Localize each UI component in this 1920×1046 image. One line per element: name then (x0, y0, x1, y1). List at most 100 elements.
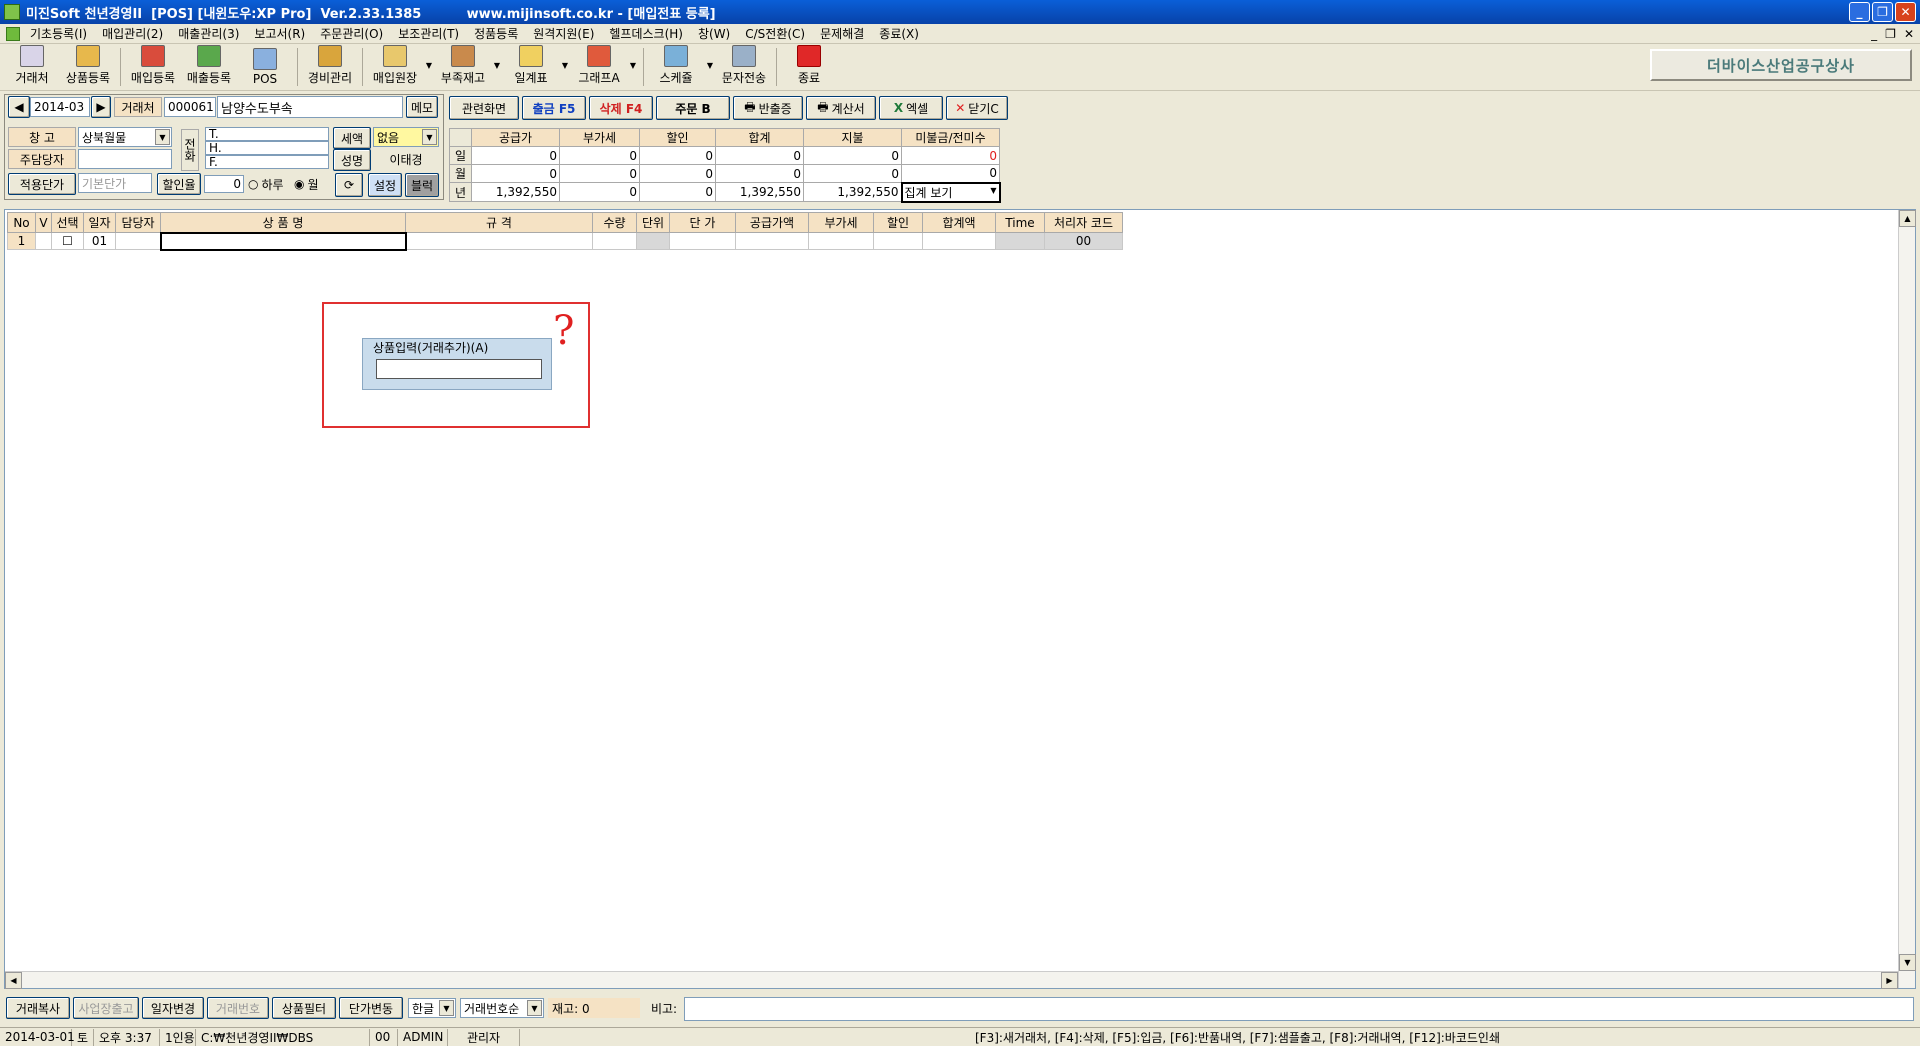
phone-h-field[interactable]: H. (205, 141, 329, 155)
grid-cell-price[interactable] (669, 232, 736, 250)
chevron-down-icon[interactable]: ▼ (155, 129, 170, 145)
invoice-button[interactable]: 🖶 계산서 (806, 96, 876, 120)
grid-cell-no[interactable]: 1 (7, 232, 36, 250)
grid-cell-qty[interactable] (592, 232, 637, 250)
grid-cell-supply[interactable] (735, 232, 809, 250)
grid-cell-select-checkbox[interactable]: ☐ (51, 232, 84, 250)
grid-cell-product-name[interactable] (159, 231, 407, 251)
close-window-button[interactable]: ✕ (1895, 2, 1916, 22)
close-screen-button[interactable]: ✕ 닫기C (946, 96, 1008, 120)
client-code-field[interactable]: 000061 (164, 97, 216, 117)
menu-item-helpdesk[interactable]: 헬프데스크(H) (609, 25, 683, 42)
client-name-field[interactable]: 남양수도부속 (217, 96, 403, 118)
setting-button[interactable]: 설정 (368, 173, 402, 197)
tax-select[interactable]: 없음 ▼ (373, 127, 439, 147)
ledger-dropdown-icon[interactable]: ▼ (423, 61, 435, 70)
next-month-button[interactable]: ▶ (91, 96, 111, 118)
stock-dropdown-icon[interactable]: ▼ (491, 61, 503, 70)
daily-dropdown-icon[interactable]: ▼ (559, 61, 571, 70)
vertical-scrollbar[interactable]: ▲ ▼ (1898, 210, 1916, 988)
grid-cell-unit[interactable] (636, 232, 670, 250)
prev-month-button[interactable]: ◀ (8, 96, 30, 118)
menu-item-window[interactable]: 창(W) (698, 25, 730, 42)
ledger-button[interactable]: 매입원장 (367, 45, 423, 89)
menu-item-report[interactable]: 보고서(R) (254, 25, 305, 42)
radio-month[interactable]: ◉ 월 (294, 174, 319, 194)
scroll-right-icon[interactable]: ▶ (1881, 972, 1898, 989)
scroll-down-icon[interactable]: ▼ (1899, 954, 1916, 971)
chevron-down-icon[interactable]: ▼ (422, 129, 437, 145)
lang-select[interactable]: 한글 ▼ (408, 998, 456, 1018)
order-button[interactable]: 주문 B (656, 96, 730, 120)
refresh-button[interactable]: ⟳ (335, 173, 363, 197)
chevron-down-icon[interactable]: ▼ (439, 1000, 454, 1016)
sms-button[interactable]: 문자전송 (716, 45, 772, 89)
related-screen-button[interactable]: 관련화면 (449, 96, 519, 120)
summary-view-select[interactable]: 집계 보기 ▼ (900, 181, 1001, 203)
scroll-up-icon[interactable]: ▲ (1899, 210, 1916, 227)
menu-item-exit[interactable]: 종료(X) (879, 25, 919, 42)
date-field[interactable]: 2014-03 (30, 97, 90, 117)
grid-cell-date[interactable]: 01 (83, 232, 116, 250)
schedule-button[interactable]: 스케쥴 (648, 45, 704, 89)
menu-item-cs[interactable]: C/S전환(C) (745, 25, 805, 42)
radio-day[interactable]: ○ 하루 (248, 174, 284, 194)
grid-cell-manager[interactable] (115, 232, 161, 250)
trade-no-button[interactable]: 거래번호 (207, 997, 269, 1019)
product-input-field[interactable] (376, 359, 542, 379)
grid-cell-operator[interactable]: 00 (1044, 232, 1123, 250)
restore-button[interactable]: ❐ (1872, 2, 1893, 22)
out-button[interactable]: 출금 F5 (522, 96, 586, 120)
grid-cell-time[interactable] (995, 232, 1045, 250)
delete-button[interactable]: 삭제 F4 (589, 96, 653, 120)
warehouse-select[interactable]: 상북월물 ▼ (78, 127, 172, 147)
discount-label[interactable]: 할인율 (157, 173, 201, 195)
menu-item-sales[interactable]: 매출관리(3) (178, 25, 239, 42)
horizontal-scrollbar[interactable]: ◀ ▶ (5, 971, 1898, 989)
price-type-label[interactable]: 적용단가 (8, 173, 76, 195)
scroll-left-icon[interactable]: ◀ (5, 972, 22, 989)
grid-cell-v[interactable] (35, 232, 52, 250)
mdi-restore-icon[interactable]: ❐ (1885, 27, 1896, 41)
product-button[interactable]: 상품등록 (60, 45, 116, 89)
sort-select[interactable]: 거래번호순 ▼ (460, 998, 544, 1018)
menu-item-aux[interactable]: 보조관리(T) (398, 25, 459, 42)
schedule-dropdown-icon[interactable]: ▼ (704, 61, 716, 70)
manager-field[interactable] (78, 149, 172, 169)
memo-button[interactable]: 메모 (406, 96, 438, 118)
discount-field[interactable]: 0 (204, 175, 244, 193)
return-cert-button[interactable]: 🖶 반출증 (733, 96, 803, 120)
chevron-down-icon[interactable]: ▼ (527, 1000, 542, 1016)
menu-item-basic[interactable]: 기초등록(I) (30, 25, 87, 42)
menu-item-order[interactable]: 주문관리(O) (320, 25, 383, 42)
purchase-button[interactable]: 매입등록 (125, 45, 181, 89)
site-out-button[interactable]: 사업장출고 (73, 997, 139, 1019)
graph-dropdown-icon[interactable]: ▼ (627, 61, 639, 70)
menu-item-purchase[interactable]: 매입관리(2) (102, 25, 163, 42)
date-change-button[interactable]: 일자변경 (142, 997, 204, 1019)
chevron-down-icon[interactable]: ▼ (990, 186, 996, 195)
price-change-button[interactable]: 단가변동 (339, 997, 403, 1019)
grid-cell-vat[interactable] (808, 232, 874, 250)
name-label[interactable]: 성명 (333, 149, 371, 171)
phone-f-field[interactable]: F. (205, 155, 329, 169)
daily-button[interactable]: 일계표 (503, 45, 559, 89)
pos-button[interactable]: POS (237, 45, 293, 89)
tax-label[interactable]: 세액 (333, 127, 371, 149)
mdi-close-icon[interactable]: ✕ (1904, 27, 1914, 41)
block-button[interactable]: 블럭 (405, 173, 439, 197)
menu-item-troubleshoot[interactable]: 문제해결 (820, 25, 864, 42)
sales-button[interactable]: 매출등록 (181, 45, 237, 89)
client-button[interactable]: 거래처 (4, 45, 60, 89)
minimize-button[interactable]: _ (1849, 2, 1870, 22)
graph-button[interactable]: 그래프A (571, 45, 627, 89)
exit-button[interactable]: 종료 (781, 45, 837, 89)
menu-item-remote[interactable]: 원격지원(E) (533, 25, 594, 42)
phone-t-field[interactable]: T. (205, 127, 329, 141)
copy-trade-button[interactable]: 거래복사 (6, 997, 70, 1019)
note-field[interactable] (684, 997, 1914, 1021)
grid-cell-discount[interactable] (873, 232, 923, 250)
price-type-field[interactable]: 기본단가 (78, 173, 152, 193)
excel-button[interactable]: X 엑셀 (879, 96, 943, 120)
product-filter-button[interactable]: 상품필터 (272, 997, 336, 1019)
